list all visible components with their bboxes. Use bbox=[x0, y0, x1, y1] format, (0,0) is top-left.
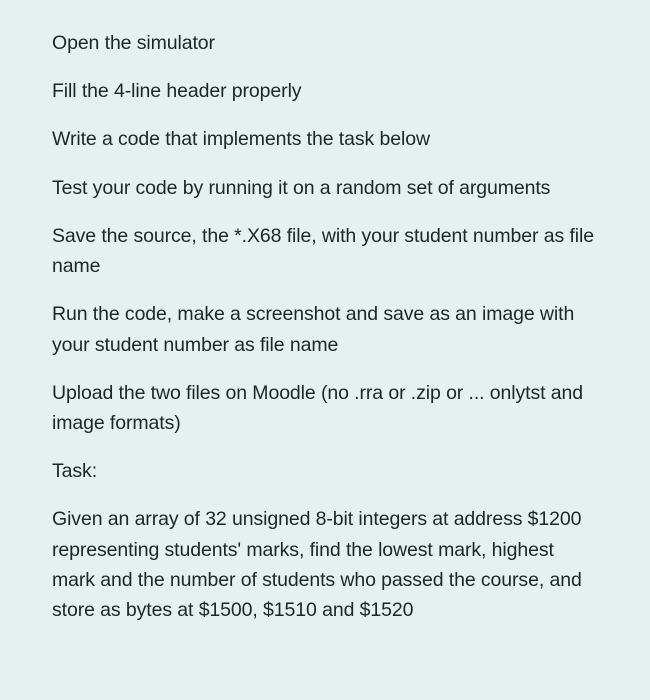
task-heading: Task: bbox=[52, 456, 602, 486]
instruction-step: Upload the two files on Moodle (no .rra … bbox=[52, 378, 602, 438]
instruction-step: Test your code by running it on a random… bbox=[52, 173, 602, 203]
instruction-step: Open the simulator bbox=[52, 28, 602, 58]
instruction-step: Fill the 4-line header properly bbox=[52, 76, 602, 106]
instruction-step: Save the source, the *.X68 file, with yo… bbox=[52, 221, 602, 281]
task-description: Given an array of 32 unsigned 8-bit inte… bbox=[52, 504, 602, 625]
instruction-step: Write a code that implements the task be… bbox=[52, 124, 602, 154]
instruction-step: Run the code, make a screenshot and save… bbox=[52, 299, 602, 359]
